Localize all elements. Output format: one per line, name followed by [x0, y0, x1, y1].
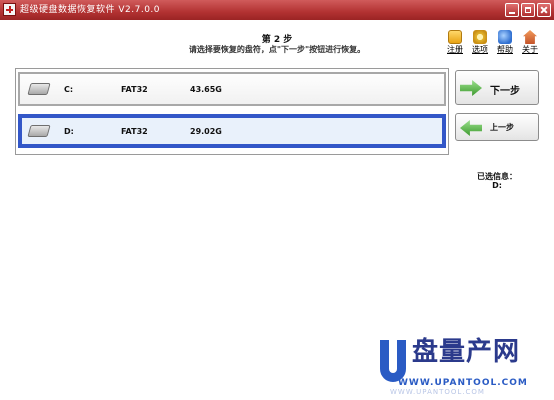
hard-drive-icon	[27, 83, 51, 95]
app-icon	[3, 3, 16, 16]
register-link[interactable]: 注册	[443, 30, 467, 55]
drive-filesystem: FAT32	[121, 127, 148, 136]
next-step-label: 下一步	[490, 86, 520, 97]
minimize-button[interactable]	[505, 3, 519, 17]
help-label: 帮助	[497, 45, 513, 54]
close-button[interactable]	[537, 3, 551, 17]
drive-letter: D:	[64, 127, 74, 136]
arrow-right-icon	[460, 80, 482, 96]
drive-list: C: FAT32 43.65G D: FAT32 29.02G	[15, 68, 449, 155]
drive-row-c[interactable]: C: FAT32 43.65G	[18, 72, 446, 106]
minimize-icon	[509, 12, 515, 14]
help-link[interactable]: 帮助	[493, 30, 517, 55]
window-title: 超级硬盘数据恢复软件 V2.7.0.0	[20, 5, 161, 15]
help-icon	[498, 30, 512, 44]
hard-drive-icon	[27, 125, 51, 137]
watermark-faint-text: WWW.UPANTOOL.COM	[390, 388, 485, 396]
previous-step-label: 上一步	[490, 123, 514, 132]
previous-step-button[interactable]: 上一步	[455, 113, 539, 141]
app-window: 超级硬盘数据恢复软件 V2.7.0.0 第 2 步 请选择要恢复的盘符，点"下一…	[0, 0, 554, 400]
watermark-brand: 盘量产网	[412, 337, 521, 367]
options-link[interactable]: 选项	[468, 30, 492, 55]
maximize-button[interactable]	[521, 3, 535, 17]
maximize-icon	[525, 7, 531, 13]
drive-size: 43.65G	[190, 85, 222, 94]
drive-letter: C:	[64, 85, 74, 94]
about-link[interactable]: 关于	[518, 30, 542, 55]
options-icon	[473, 30, 487, 44]
watermark-url: WWW.UPANTOOL.COM	[398, 378, 528, 388]
options-label: 选项	[472, 45, 488, 54]
register-icon	[448, 30, 462, 44]
next-step-button[interactable]: 下一步	[455, 70, 539, 105]
arrow-left-icon	[460, 120, 482, 136]
title-bar[interactable]: 超级硬盘数据恢复软件 V2.7.0.0	[0, 0, 554, 20]
drive-size: 29.02G	[190, 127, 222, 136]
drive-filesystem: FAT32	[121, 85, 148, 94]
watermark-u-logo	[380, 340, 406, 382]
about-label: 关于	[522, 45, 538, 54]
about-icon	[523, 30, 537, 44]
selected-info-value: D:	[492, 181, 502, 190]
register-label: 注册	[447, 45, 463, 54]
drive-row-d[interactable]: D: FAT32 29.02G	[18, 114, 446, 148]
